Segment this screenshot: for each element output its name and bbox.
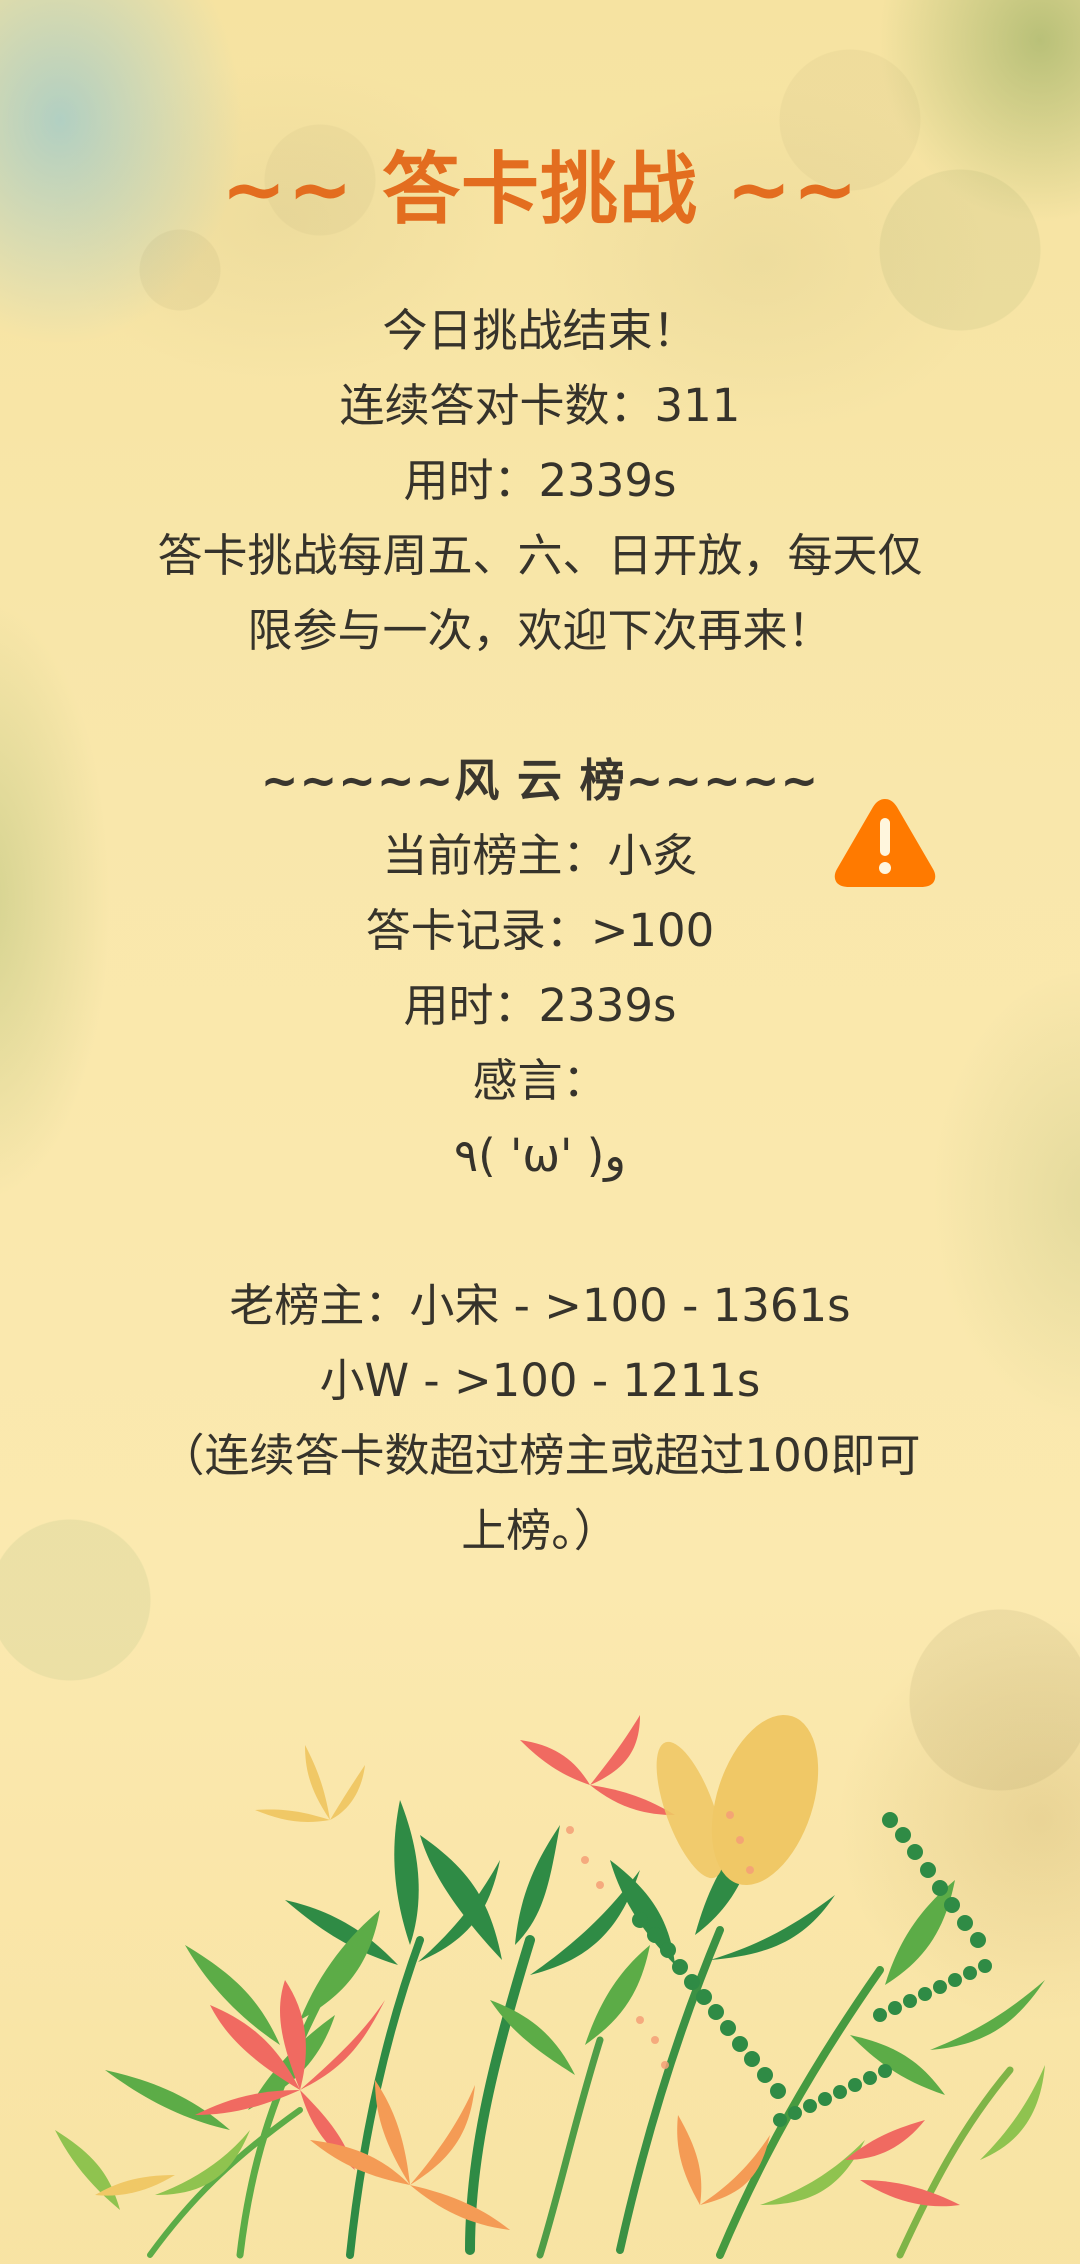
former-leader-2: 小W - >100 - 1211s — [319, 1354, 761, 1407]
former-leader-1: 老榜主：小宋 - >100 - 1361s — [229, 1279, 851, 1332]
leaderboard-rule-line-1: （连续答卡数超过榜主或超过100即可 — [159, 1429, 921, 1482]
challenge-notice-line-2: 限参与一次，欢迎下次再来！ — [247, 604, 833, 657]
former-leaders-block: 老榜主：小宋 - >100 - 1361s 小W - >100 - 1211s … — [80, 1268, 1000, 1568]
challenge-result-block: 今日挑战结束！ 连续答对卡数：311 用时：2339s 答卡挑战每周五、六、日开… — [80, 293, 1000, 668]
leaderboard-rule-line-2: 上榜。） — [461, 1504, 619, 1557]
leader-time: 用时：2339s — [403, 979, 677, 1032]
leader-comment-label: 感言： — [472, 1054, 608, 1107]
challenge-notice-line-1: 答卡挑战每周五、六、日开放，每天仅 — [157, 529, 923, 582]
challenge-time: 用时：2339s — [403, 454, 677, 507]
plant-illustration — [0, 1690, 1080, 2264]
warning-icon[interactable] — [832, 795, 938, 887]
challenge-status: 今日挑战结束！ — [382, 304, 698, 357]
streak-count: 连续答对卡数：311 — [339, 379, 741, 432]
page-title: ~~ 答卡挑战 ~~ — [221, 145, 859, 235]
leader-comment: ٩( 'ω' )و — [453, 1129, 627, 1182]
leader-record: 答卡记录：>100 — [365, 904, 715, 957]
